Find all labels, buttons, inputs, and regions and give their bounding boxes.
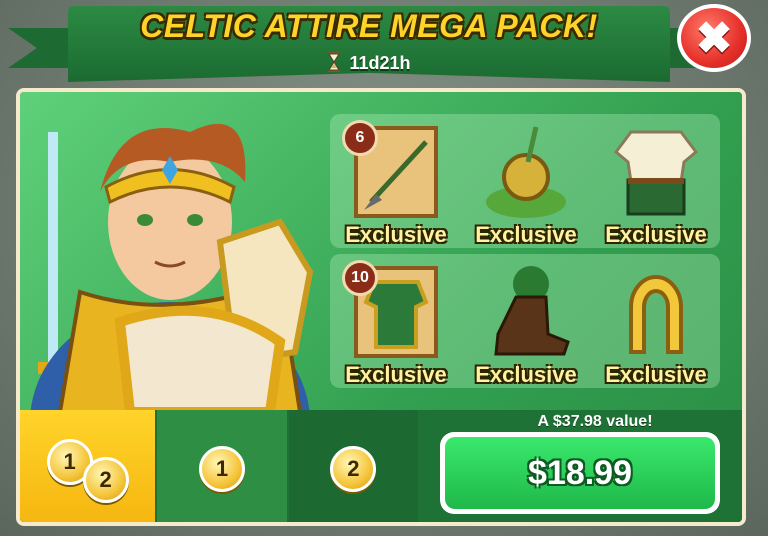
item-grid: 6 Exclusive Exclusive Exclusive 10 Exclu… — [330, 114, 720, 410]
item-slot[interactable]: Exclusive — [464, 114, 588, 248]
offer-screen: CELTIC ATTIRE MEGA PACK! 11d21h ✖ 6 Excl… — [0, 0, 768, 536]
item-slot[interactable]: Exclusive — [594, 114, 718, 248]
offer-tabs: 1 2 1 2 — [20, 410, 420, 522]
item-row: 10 Exclusive Exclusive Exclusive — [330, 254, 720, 388]
hourglass-icon — [328, 52, 341, 72]
item-slot[interactable]: 6 Exclusive — [334, 114, 458, 248]
title-banner: CELTIC ATTIRE MEGA PACK! 11d21h — [8, 6, 730, 82]
item-label: Exclusive — [475, 222, 577, 247]
item-label: Exclusive — [345, 362, 447, 387]
golden-horseshoe-icon — [629, 275, 683, 354]
tab-coin-2[interactable]: 2 — [288, 410, 418, 522]
purchase-bar: 1 2 1 2 A $37.98 value! $18.99 — [20, 410, 742, 522]
item-slot[interactable]: Exclusive — [594, 254, 718, 388]
timer-text: 11d21h — [349, 53, 411, 73]
item-row: 6 Exclusive Exclusive Exclusive — [330, 114, 720, 248]
clover-boot-icon — [494, 266, 570, 356]
celtic-shield-sword-icon — [486, 126, 566, 218]
quantity-badge: 6 — [342, 120, 378, 156]
coin-icon: 2 — [82, 457, 129, 503]
item-label: Exclusive — [345, 222, 447, 247]
coin-icon: 1 — [198, 446, 245, 492]
tab-coin-1-2[interactable]: 1 2 — [20, 410, 156, 522]
hero-portrait — [30, 123, 314, 412]
countdown-timer: 11d21h — [68, 52, 670, 74]
tab-coin-1[interactable]: 1 — [157, 410, 287, 522]
offer-panel: 6 Exclusive Exclusive Exclusive 10 Exclu… — [16, 88, 746, 526]
celtic-tunic-icon — [613, 130, 699, 216]
item-label: Exclusive — [475, 362, 577, 387]
close-button[interactable]: ✖ — [677, 4, 751, 72]
price-label: $18.99 — [445, 437, 715, 509]
item-slot[interactable]: Exclusive — [464, 254, 588, 388]
quantity-badge: 10 — [342, 260, 378, 296]
coin-icon: 2 — [330, 446, 377, 492]
item-label: Exclusive — [605, 222, 707, 247]
close-icon: ✖ — [681, 8, 747, 68]
buy-button[interactable]: $18.99 — [440, 432, 720, 514]
value-text: A $37.98 value! — [537, 413, 653, 430]
hero-shield — [114, 305, 286, 412]
item-slot[interactable]: 10 Exclusive — [334, 254, 458, 388]
pack-title: CELTIC ATTIRE MEGA PACK! — [140, 8, 598, 44]
item-label: Exclusive — [605, 362, 707, 387]
